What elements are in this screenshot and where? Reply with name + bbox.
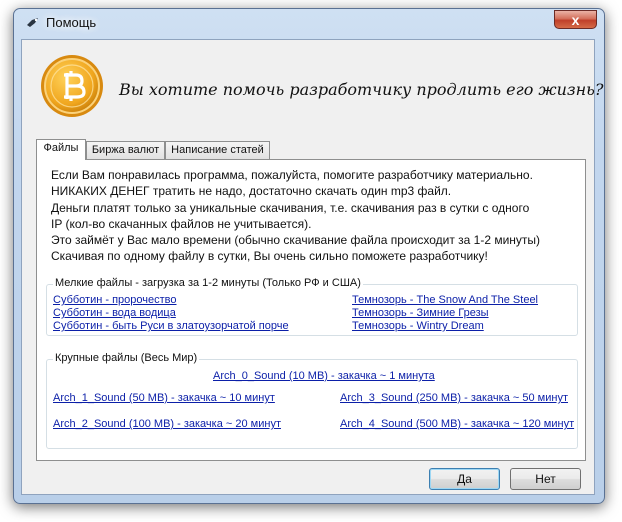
large-files-group-title: Крупные файлы (Весь Мир) — [53, 352, 200, 364]
intro-line: IP (кол-во скачанных файлов не учитывает… — [51, 216, 312, 231]
bitcoin-coin-icon — [41, 55, 103, 117]
large-file-link[interactable]: Arch_0_Sound (10 MB) - закачка ~ 1 минут… — [213, 370, 435, 382]
intro-line: Скачивая по одному файлу в сутки, Вы оче… — [51, 249, 488, 264]
tab-currency-exchange[interactable]: Биржа валют — [86, 141, 165, 159]
tab-article-writing[interactable]: Написание статей — [165, 141, 270, 159]
help-dialog-window: Помощь x Вы хотите помочь разработчику п… — [13, 8, 605, 504]
app-icon — [27, 18, 38, 27]
intro-line: Деньги платят только за уникальные скачи… — [51, 200, 530, 215]
small-file-link[interactable]: Темнозорь - Зимние Грезы — [352, 307, 489, 319]
window-title: Помощь — [46, 15, 97, 30]
large-files-group: Крупные файлы (Весь Мир) Arch_0_Sound (1… — [46, 352, 578, 449]
close-button[interactable]: x — [554, 10, 597, 29]
small-files-group: Мелкие файлы - загрузка за 1-2 минуты (Т… — [46, 277, 578, 336]
intro-line: НИКАКИХ ДЕНЕГ тратить не надо, достаточн… — [51, 184, 452, 199]
intro-text: Если Вам понравилась программа, пожалуйс… — [51, 167, 581, 265]
small-file-link[interactable]: Темнозорь - Wintry Dream — [352, 320, 484, 332]
close-icon: x — [571, 12, 580, 28]
small-file-link[interactable]: Субботин - вода водица — [53, 307, 176, 319]
large-file-link[interactable]: Arch_1_Sound (50 MB) - закачка ~ 10 мину… — [53, 392, 275, 404]
large-file-link[interactable]: Arch_2_Sound (100 MB) - закачка ~ 20 мин… — [53, 418, 281, 430]
no-button[interactable]: Нет — [510, 468, 581, 490]
small-file-link[interactable]: Темнозорь - The Snow And The Steel — [352, 294, 538, 306]
help-headline: Вы хотите помочь разработчику продлить е… — [119, 80, 604, 99]
small-file-link[interactable]: Субботин - пророчество — [53, 294, 177, 306]
intro-line: Это займёт у Вас мало времени (обычно ск… — [51, 233, 541, 248]
small-file-link[interactable]: Субботин - быть Руси в златоузорчатой по… — [53, 320, 289, 332]
dialog-client-area: Вы хотите помочь разработчику продлить е… — [21, 39, 603, 495]
small-files-group-title: Мелкие файлы - загрузка за 1-2 минуты (Т… — [53, 277, 363, 289]
tab-files[interactable]: Файлы — [36, 139, 86, 160]
large-file-link[interactable]: Arch_4_Sound (500 MB) - закачка ~ 120 ми… — [340, 418, 574, 430]
yes-button[interactable]: Да — [429, 468, 500, 490]
large-file-link[interactable]: Arch_3_Sound (250 MB) - закачка ~ 50 мин… — [340, 392, 568, 404]
title-bar[interactable]: Помощь x — [14, 9, 604, 37]
intro-line: Если Вам понравилась программа, пожалуйс… — [51, 168, 533, 182]
files-tab-panel: Если Вам понравилась программа, пожалуйс… — [36, 159, 586, 461]
